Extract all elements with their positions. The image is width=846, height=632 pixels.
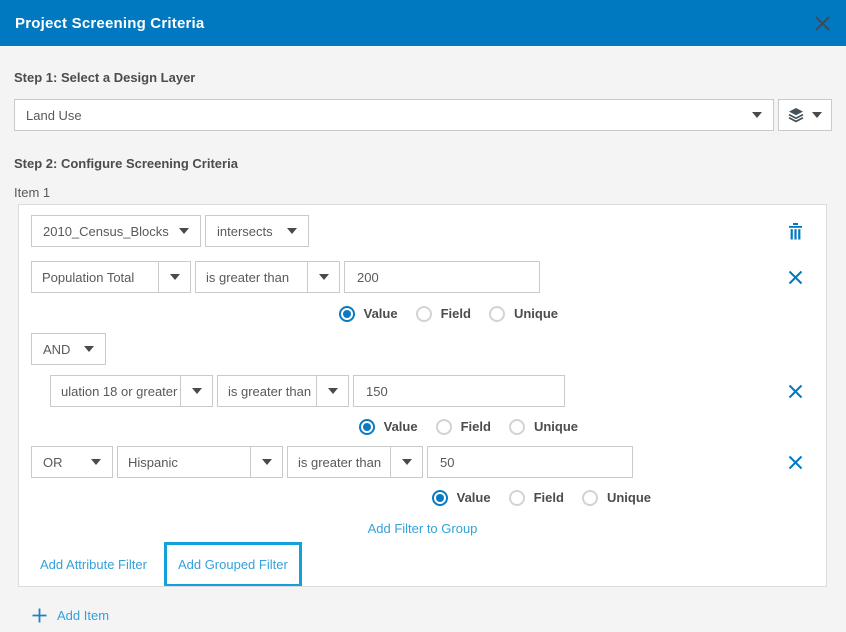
field-value: ulation 18 or greater	[51, 376, 180, 406]
filter-links-row: Add Attribute Filter Add Grouped Filter	[31, 542, 814, 587]
project-screening-criteria-dialog: Project Screening Criteria Step 1: Selec…	[0, 0, 846, 632]
layer-operator-row: 2010_Census_Blocks intersects	[31, 215, 814, 247]
layer-list-button[interactable]	[778, 99, 832, 131]
plus-icon	[32, 608, 47, 623]
design-layer-select[interactable]: Land Use	[14, 99, 774, 131]
radio-field-label: Field	[461, 419, 491, 434]
and-connector-value: AND	[43, 342, 70, 357]
radio-field-label: Field	[441, 306, 471, 321]
value-type-radios: Value Field Unique	[31, 305, 558, 322]
chevron-down-icon	[84, 346, 94, 352]
radio-unselected-icon	[489, 306, 505, 322]
add-grouped-filter-highlight-box: Add Grouped Filter	[164, 542, 302, 587]
radio-field-label: Field	[534, 490, 564, 505]
radio-selected-icon	[339, 306, 355, 322]
value-type-radios: Value Field Unique	[31, 489, 651, 506]
chevron-down-icon[interactable]	[158, 262, 190, 292]
chevron-down-icon	[812, 112, 822, 118]
radio-value-label: Value	[384, 419, 418, 434]
radio-field[interactable]: Field	[416, 306, 471, 322]
layers-icon	[788, 107, 804, 123]
add-attribute-filter-link[interactable]: Add Attribute Filter	[40, 557, 147, 572]
value-type-radios: Value Field Unique	[31, 418, 578, 435]
operator-combobox[interactable]: is greater than	[195, 261, 340, 293]
radio-value-label: Value	[457, 490, 491, 505]
remove-filter-icon[interactable]	[788, 270, 803, 285]
value-input[interactable]	[353, 375, 565, 407]
field-combobox[interactable]: Hispanic	[117, 446, 283, 478]
chevron-down-icon	[287, 228, 297, 234]
value-input[interactable]	[427, 446, 633, 478]
or-connector-value: OR	[43, 455, 63, 470]
criteria-layer-value: 2010_Census_Blocks	[43, 224, 169, 239]
operator-value: is greater than	[196, 262, 307, 292]
radio-unselected-icon	[416, 306, 432, 322]
add-grouped-filter-link[interactable]: Add Grouped Filter	[178, 557, 288, 572]
chevron-down-icon[interactable]	[390, 447, 422, 477]
chevron-down-icon[interactable]	[250, 447, 282, 477]
value-input[interactable]	[344, 261, 540, 293]
design-layer-value: Land Use	[26, 108, 82, 123]
dialog-title: Project Screening Criteria	[15, 15, 204, 32]
criteria-layer-select[interactable]: 2010_Census_Blocks	[31, 215, 201, 247]
delete-item-icon[interactable]	[788, 223, 803, 240]
criteria-item-panel: 2010_Census_Blocks intersects	[18, 204, 827, 587]
field-combobox[interactable]: Population Total	[31, 261, 191, 293]
filter-row-3: OR Hispanic is greater than	[31, 446, 814, 478]
remove-filter-icon[interactable]	[788, 455, 803, 470]
radio-unselected-icon	[582, 490, 598, 506]
radio-unique[interactable]: Unique	[509, 419, 578, 435]
radio-unique[interactable]: Unique	[582, 490, 651, 506]
dialog-body: Step 1: Select a Design Layer Land Use S…	[0, 70, 846, 623]
add-filter-to-group-row: Add Filter to Group	[31, 521, 814, 536]
filter-row-1: Population Total is greater than	[31, 261, 814, 293]
radio-unique-label: Unique	[534, 419, 578, 434]
field-value: Hispanic	[118, 447, 250, 477]
radio-value[interactable]: Value	[339, 306, 398, 322]
chevron-down-icon	[91, 459, 101, 465]
operator-combobox[interactable]: is greater than	[287, 446, 423, 478]
radio-value[interactable]: Value	[359, 419, 418, 435]
radio-field[interactable]: Field	[509, 490, 564, 506]
chevron-down-icon[interactable]	[307, 262, 339, 292]
or-connector-select[interactable]: OR	[31, 446, 113, 478]
chevron-down-icon	[752, 112, 762, 118]
radio-selected-icon	[359, 419, 375, 435]
add-item-link[interactable]: Add Item	[57, 608, 109, 623]
operator-value: is greater than	[218, 376, 316, 406]
group-connector-row: AND	[31, 333, 814, 365]
radio-unique-label: Unique	[607, 490, 651, 505]
dialog-header: Project Screening Criteria	[0, 0, 846, 46]
filter-row-2: ulation 18 or greater is greater than	[50, 375, 814, 407]
remove-filter-icon[interactable]	[788, 384, 803, 399]
step1-label: Step 1: Select a Design Layer	[14, 70, 832, 85]
field-value: Population Total	[32, 262, 158, 292]
add-filter-to-group-link[interactable]: Add Filter to Group	[368, 521, 478, 536]
radio-unselected-icon	[509, 490, 525, 506]
operator-combobox[interactable]: is greater than	[217, 375, 349, 407]
close-icon[interactable]	[814, 15, 831, 32]
field-combobox[interactable]: ulation 18 or greater	[50, 375, 213, 407]
radio-value[interactable]: Value	[432, 490, 491, 506]
design-layer-row: Land Use	[14, 99, 832, 131]
radio-value-label: Value	[364, 306, 398, 321]
radio-field[interactable]: Field	[436, 419, 491, 435]
item-label: Item 1	[14, 185, 832, 200]
chevron-down-icon[interactable]	[316, 376, 348, 406]
radio-unselected-icon	[436, 419, 452, 435]
operator-value: is greater than	[288, 447, 390, 477]
radio-unique-label: Unique	[514, 306, 558, 321]
spatial-operator-select[interactable]: intersects	[205, 215, 309, 247]
radio-selected-icon	[432, 490, 448, 506]
chevron-down-icon[interactable]	[180, 376, 212, 406]
radio-unique[interactable]: Unique	[489, 306, 558, 322]
chevron-down-icon	[179, 228, 189, 234]
radio-unselected-icon	[509, 419, 525, 435]
add-item-row: Add Item	[14, 608, 832, 623]
spatial-operator-value: intersects	[217, 224, 273, 239]
and-connector-select[interactable]: AND	[31, 333, 106, 365]
step2-label: Step 2: Configure Screening Criteria	[14, 156, 832, 171]
